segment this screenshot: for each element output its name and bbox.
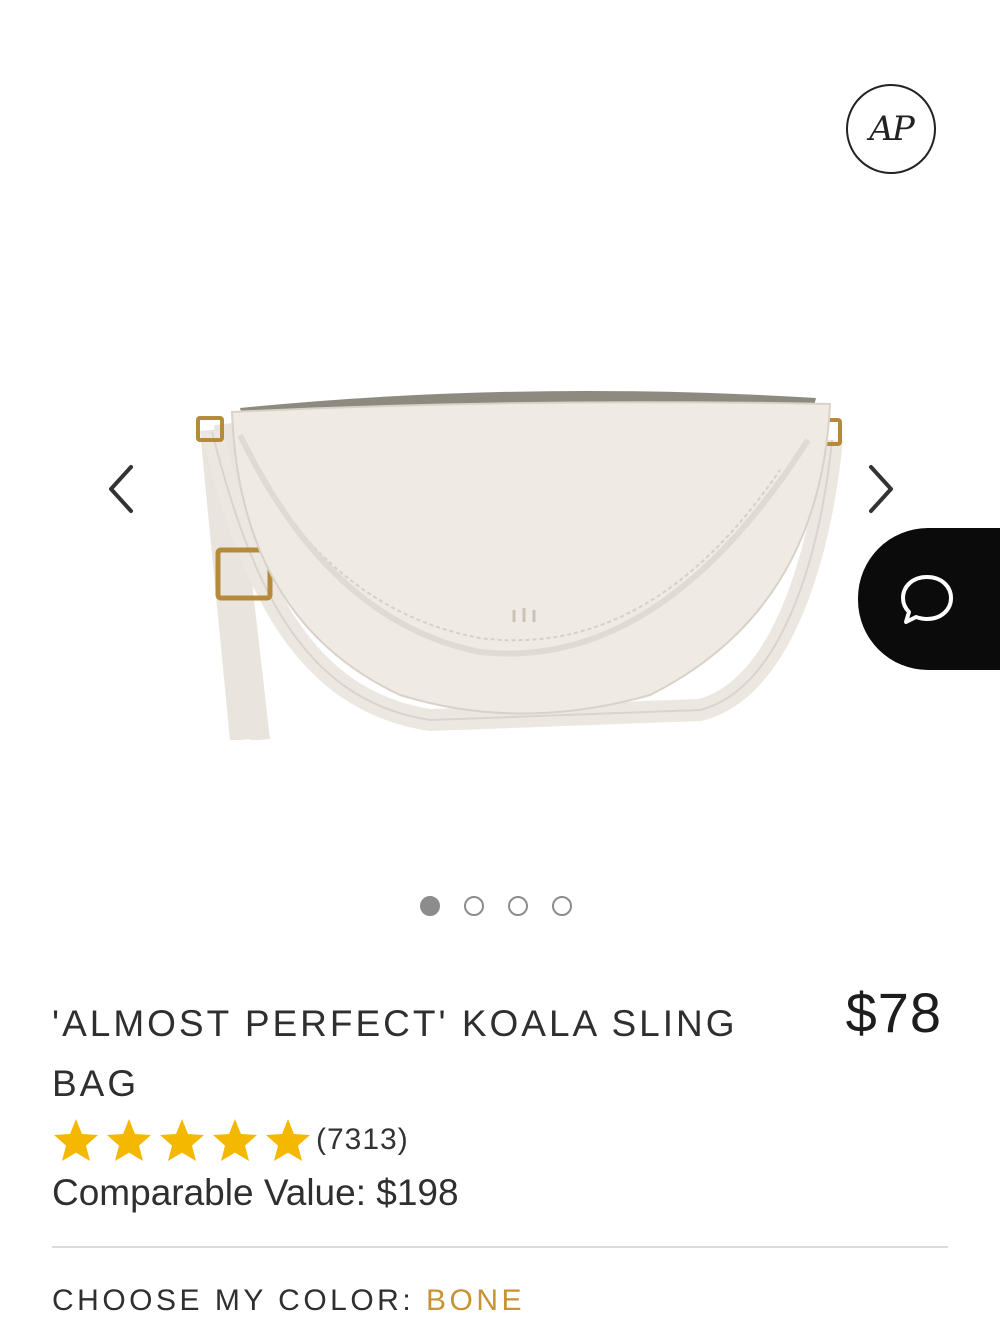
product-image — [196, 390, 843, 740]
star-icon — [213, 1119, 257, 1161]
review-count[interactable]: (7313) — [316, 1123, 409, 1157]
prev-image-button[interactable] — [78, 446, 164, 532]
ap-logo-icon: AP — [846, 84, 936, 174]
chevron-right-icon — [869, 465, 893, 513]
chat-bubble-icon — [901, 575, 953, 624]
pagination-dot-4[interactable] — [552, 896, 572, 916]
color-selector-label: CHOOSE MY COLOR: BONE — [52, 1284, 525, 1318]
selected-color: BONE — [426, 1284, 526, 1317]
product-price: $78 — [845, 981, 942, 1044]
star-icon — [266, 1119, 310, 1161]
star-icon — [107, 1119, 151, 1161]
product-rating[interactable]: (7313) — [52, 1116, 409, 1164]
pagination-dot-3[interactable] — [508, 896, 528, 916]
gallery-pagination — [420, 896, 572, 916]
product-gallery[interactable]: AP — [0, 0, 1000, 880]
divider — [52, 1246, 948, 1248]
star-icon — [160, 1119, 204, 1161]
comparable-value: Comparable Value: $198 — [52, 1172, 459, 1213]
chat-button[interactable] — [858, 528, 1000, 670]
rating-stars — [52, 1117, 312, 1163]
chevron-left-icon — [109, 465, 133, 513]
star-icon — [54, 1119, 98, 1161]
color-label: CHOOSE MY COLOR: — [52, 1284, 415, 1317]
product-title: 'ALMOST PERFECT' KOALA SLING BAG — [52, 1003, 738, 1104]
pagination-dot-2[interactable] — [464, 896, 484, 916]
pagination-dot-1[interactable] — [420, 896, 440, 916]
ap-logo-text: AP — [869, 109, 914, 149]
next-image-button[interactable] — [838, 446, 924, 532]
